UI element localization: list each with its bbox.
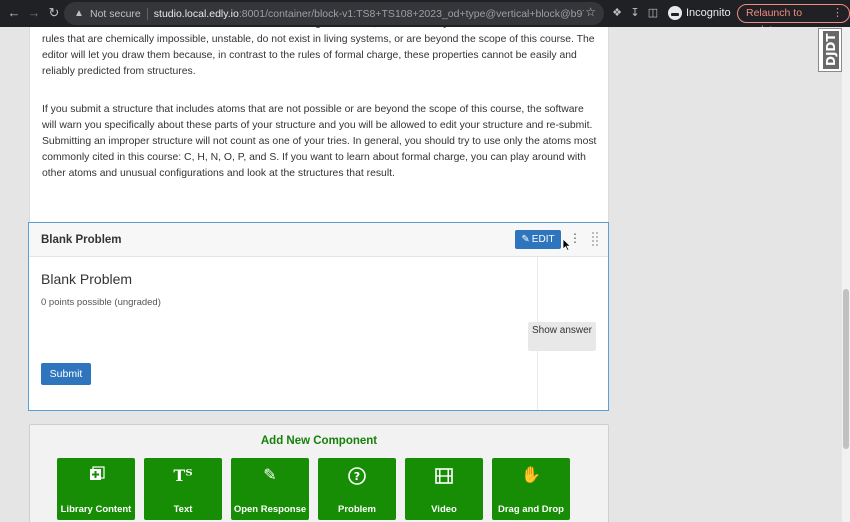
djdt-label: DJDT: [823, 31, 839, 69]
component-header: Blank Problem ✎ EDIT ⋮: [29, 223, 608, 257]
page-content: follow the rules for covalent bond forma…: [0, 27, 850, 522]
security-status: Not secure: [90, 7, 141, 20]
warning-icon: ▲: [74, 8, 84, 19]
extensions-icon[interactable]: ❖: [610, 6, 624, 20]
reload-icon[interactable]: ↻: [46, 5, 62, 21]
bookmark-star-icon[interactable]: ☆: [585, 5, 596, 19]
button-label: Drag and Drop: [498, 504, 564, 515]
submit-button[interactable]: Submit: [41, 363, 91, 385]
add-video-button[interactable]: Video: [405, 458, 483, 520]
back-icon[interactable]: ←: [6, 5, 22, 21]
svg-text:?: ?: [354, 470, 360, 483]
url-text[interactable]: studio.local.edly.io:8001/container/bloc…: [154, 8, 584, 20]
incognito-label: Incognito: [686, 7, 731, 19]
address-bar[interactable]: ▲ Not secure studio.local.edly.io:8001/c…: [64, 2, 604, 25]
pencil-icon: ✎: [521, 234, 530, 245]
incognito-indicator[interactable]: Incognito: [668, 6, 731, 20]
add-open-response-button[interactable]: ✎ Open Response: [231, 458, 309, 520]
add-component-panel: Add New Component Library Content Tᵀ Tex…: [29, 424, 609, 522]
edit-label: EDIT: [531, 234, 555, 245]
add-drag-and-drop-button[interactable]: ✋ Drag and Drop: [492, 458, 570, 520]
button-label: Library Content: [60, 504, 132, 515]
edit-button[interactable]: ✎ EDIT: [515, 230, 561, 249]
button-label: Text: [173, 504, 193, 515]
drag-handle-icon[interactable]: [592, 232, 598, 246]
download-icon[interactable]: ↧: [628, 6, 642, 20]
browser-toolbar: ← → ↻ ▲ Not secure studio.local.edly.io:…: [0, 0, 850, 36]
paragraph: follow the rules for covalent bond forma…: [42, 27, 595, 77]
library-icon: [90, 466, 105, 480]
component-title: Blank Problem: [41, 234, 122, 246]
question-icon: ?: [348, 467, 366, 485]
edit-icon: ✎: [263, 467, 277, 484]
vertical-scrollbar[interactable]: [842, 27, 850, 522]
button-label: Video: [431, 504, 457, 515]
divider: [146, 7, 148, 20]
paragraph: If you submit a structure that includes …: [42, 104, 597, 179]
button-label: Problem: [337, 504, 376, 515]
sidepanel-icon[interactable]: ◫: [646, 6, 660, 20]
add-text-button[interactable]: Tᵀ Text: [144, 458, 222, 520]
add-problem-button[interactable]: ? Problem: [318, 458, 396, 520]
more-icon: ⋮: [832, 7, 843, 19]
text-icon: Tᵀ: [173, 466, 193, 485]
incognito-icon: [668, 6, 682, 20]
film-icon: [435, 468, 453, 484]
points-info: 0 points possible (ungraded): [41, 297, 161, 308]
problem-component: Blank Problem ✎ EDIT ⋮ Blank Problem 0 po…: [28, 222, 609, 411]
text-component: follow the rules for covalent bond forma…: [29, 27, 609, 235]
forward-icon[interactable]: →: [26, 5, 42, 21]
scrollbar-thumb[interactable]: [843, 289, 849, 449]
button-label: Open Response: [233, 504, 307, 515]
relaunch-button[interactable]: Relaunch to update ⋮: [737, 4, 850, 36]
mouse-cursor-icon: [562, 239, 572, 251]
django-debug-toolbar-handle[interactable]: DJDT: [818, 28, 842, 72]
add-library-content-button[interactable]: Library Content: [57, 458, 135, 520]
problem-title: Blank Problem: [41, 271, 133, 287]
show-answer-button[interactable]: Show answer: [528, 322, 596, 351]
hand-icon: ✋: [521, 467, 541, 484]
add-component-title: Add New Component: [260, 435, 378, 447]
